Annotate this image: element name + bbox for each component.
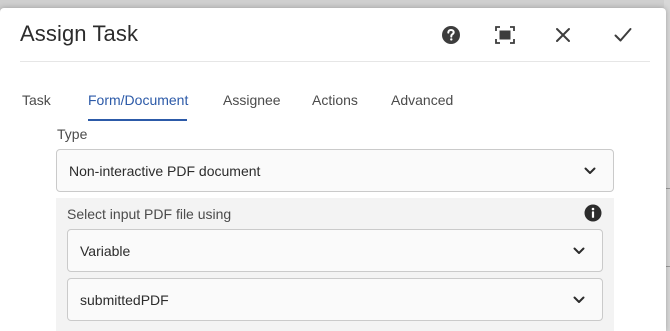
assign-task-dialog: Assign Task Task Form/Document Assignee … (0, 8, 666, 331)
fullscreen-button[interactable] (492, 22, 518, 48)
close-button[interactable] (550, 22, 576, 48)
tab-task[interactable]: Task (22, 92, 51, 108)
pdf-source-select[interactable]: Variable (67, 229, 603, 272)
done-button[interactable] (610, 22, 636, 48)
dialog-header: Assign Task (20, 8, 650, 62)
chevron-down-icon (573, 296, 585, 303)
pdf-source-value: Variable (80, 243, 131, 259)
pdf-source-label: Select input PDF file using (67, 206, 232, 222)
backdrop-mark (666, 188, 670, 189)
pdf-variable-select[interactable]: submittedPDF (67, 278, 603, 321)
chevron-down-icon (584, 167, 596, 174)
pdf-input-section: Select input PDF file using Variable sub… (56, 198, 614, 331)
help-circle-icon (442, 26, 460, 44)
close-icon (556, 28, 570, 42)
type-select[interactable]: Non-interactive PDF document (56, 149, 614, 192)
fullscreen-icon (495, 26, 515, 44)
dialog-title: Assign Task (20, 21, 139, 46)
backdrop-mark (666, 266, 670, 267)
help-button[interactable] (438, 22, 464, 48)
tab-bar: Task Form/Document Assignee Actions Adva… (22, 92, 622, 122)
type-select-value: Non-interactive PDF document (69, 163, 261, 179)
pdf-variable-value: submittedPDF (80, 292, 169, 308)
tab-assignee[interactable]: Assignee (223, 92, 281, 108)
active-tab-indicator (88, 119, 187, 121)
info-icon[interactable] (584, 204, 602, 222)
type-label: Type (57, 126, 88, 142)
tab-advanced[interactable]: Advanced (391, 92, 453, 108)
checkmark-icon (614, 28, 632, 42)
chevron-down-icon (573, 247, 585, 254)
tab-actions[interactable]: Actions (312, 92, 358, 108)
tab-form-document[interactable]: Form/Document (88, 92, 188, 108)
